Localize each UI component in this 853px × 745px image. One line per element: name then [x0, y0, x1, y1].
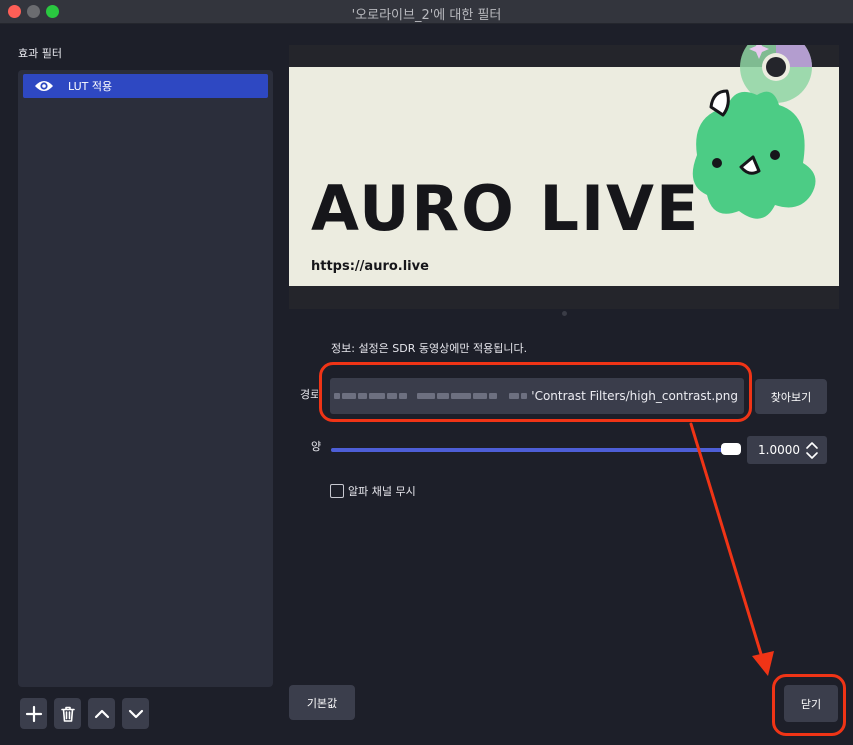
plus-icon — [25, 705, 42, 722]
remove-filter-button[interactable] — [54, 698, 81, 729]
eye-icon[interactable] — [34, 79, 54, 93]
filter-item-lut[interactable]: LUT 적용 — [23, 74, 268, 98]
preview-letterbox-bottom — [289, 286, 839, 309]
sdr-info-text: 정보: 설정은 SDR 동영상에만 적용됩니다. — [331, 342, 528, 355]
filter-item-label: LUT 적용 — [68, 80, 113, 93]
path-annotation-outline — [319, 362, 752, 422]
amount-slider-fill — [331, 448, 733, 452]
amount-spinbox[interactable]: 1.0000 — [747, 436, 827, 464]
add-filter-button[interactable] — [20, 698, 47, 729]
defaults-button[interactable]: 기본값 — [289, 685, 355, 720]
splitter-handle[interactable] — [562, 311, 567, 316]
spin-up-icon[interactable] — [805, 440, 819, 450]
move-down-button[interactable] — [122, 698, 149, 729]
amount-value: 1.0000 — [758, 443, 800, 457]
ignore-alpha-row[interactable]: 알파 채널 무시 — [330, 483, 416, 499]
chevron-up-icon — [94, 709, 109, 718]
browse-button[interactable]: 찾아보기 — [755, 379, 827, 414]
amount-slider-handle[interactable] — [721, 443, 741, 455]
brand-logo: AURO LIVE — [311, 172, 701, 245]
path-label: 경로 — [300, 388, 318, 401]
brand-url: https://auro.live — [311, 259, 429, 274]
title-bar: '오로라이브_2'에 대한 필터 — [0, 0, 853, 24]
filters-heading: 효과 필터 — [18, 47, 62, 60]
amount-slider[interactable] — [331, 443, 741, 455]
window-title: '오로라이브_2'에 대한 필터 — [351, 8, 502, 23]
close-annotation-outline — [772, 674, 846, 736]
trash-icon — [60, 706, 75, 722]
filter-list[interactable]: LUT 적용 — [18, 70, 273, 687]
chevron-down-icon — [128, 709, 143, 718]
move-up-button[interactable] — [88, 698, 115, 729]
mascot-image — [692, 45, 816, 219]
filter-preview: AURO LIVE https://auro.live — [289, 45, 839, 309]
spin-down-icon[interactable] — [805, 451, 819, 461]
ignore-alpha-checkbox[interactable] — [330, 484, 344, 498]
amount-label: 양 — [311, 440, 322, 453]
ignore-alpha-label: 알파 채널 무시 — [348, 485, 416, 498]
